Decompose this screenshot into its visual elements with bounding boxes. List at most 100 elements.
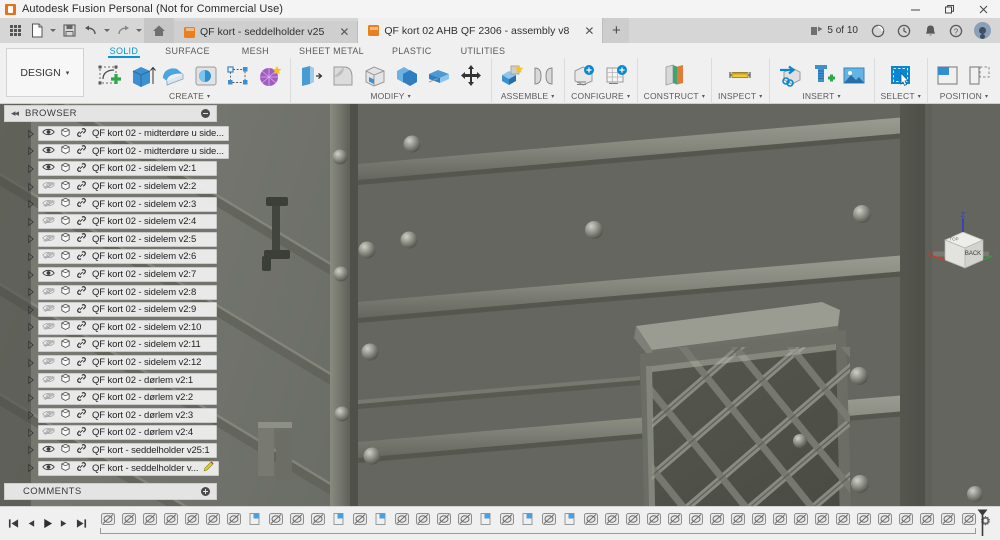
document-count[interactable]: 5 of 10 — [804, 25, 864, 37]
timeline-feature[interactable] — [139, 510, 160, 528]
visibility-toggle-icon[interactable] — [42, 444, 55, 457]
browser-options-icon[interactable] — [201, 109, 210, 118]
visibility-toggle-icon[interactable] — [42, 215, 55, 228]
expand-arrow-icon[interactable] — [26, 462, 35, 474]
visibility-toggle-icon[interactable] — [42, 198, 55, 211]
insert-canvas-icon[interactable] — [840, 62, 868, 90]
timeline-marker-icon[interactable] — [977, 509, 988, 540]
extrude-icon[interactable] — [128, 62, 156, 90]
expand-arrow-icon[interactable] — [26, 374, 35, 386]
step-back-icon[interactable] — [25, 518, 36, 529]
timeline-feature[interactable] — [832, 510, 853, 528]
document-tab-1[interactable]: QF kort 02 AHB QF 2306 - assembly v8 ✕ — [358, 18, 604, 43]
expand-arrow-icon[interactable] — [26, 409, 35, 421]
tab-mesh[interactable]: MESH — [240, 44, 271, 57]
timeline-feature[interactable] — [580, 510, 601, 528]
browser-row[interactable]: QF kort - seddelholder v25:1 — [4, 442, 217, 460]
browser-row[interactable]: QF kort 02 - sidelem v2:8 — [4, 283, 217, 301]
visibility-toggle-icon[interactable] — [42, 145, 55, 158]
window-selection-icon[interactable] — [887, 62, 915, 90]
assemble-panel-title[interactable]: ASSEMBLE ▾ — [501, 91, 555, 101]
browser-row[interactable]: QF kort 02 - sidelem v2:3 — [4, 195, 217, 213]
new-file-dropdown-icon[interactable] — [48, 18, 58, 43]
expand-arrow-icon[interactable] — [26, 304, 35, 316]
timeline-feature[interactable] — [748, 510, 769, 528]
timeline-feature[interactable] — [496, 510, 517, 528]
timeline-feature[interactable] — [202, 510, 223, 528]
tab-plastic[interactable]: PLASTIC — [390, 44, 434, 57]
fillet-icon[interactable] — [329, 62, 357, 90]
expand-arrow-icon[interactable] — [26, 339, 35, 351]
form-icon[interactable] — [256, 62, 284, 90]
timeline-feature[interactable] — [286, 510, 307, 528]
measure-icon[interactable] — [726, 62, 754, 90]
select-panel-title[interactable]: SELECT ▾ — [881, 91, 922, 101]
app-grid-icon[interactable] — [4, 18, 26, 43]
close-tab-icon[interactable]: ✕ — [339, 26, 349, 38]
timeline-feature[interactable] — [265, 510, 286, 528]
modify-panel-title[interactable]: MODIFY ▾ — [370, 91, 410, 101]
revolve-icon[interactable] — [160, 62, 188, 90]
create-sketch-icon[interactable] — [96, 62, 124, 90]
new-component-icon[interactable] — [498, 62, 526, 90]
construct-panel-title[interactable]: CONSTRUCT ▾ — [644, 91, 705, 101]
timeline-feature[interactable] — [895, 510, 916, 528]
expand-arrow-icon[interactable] — [26, 286, 35, 298]
browser-row[interactable]: QF kort 02 - sidelem v2:1 — [4, 160, 217, 178]
timeline-feature[interactable] — [559, 510, 580, 528]
browser-row[interactable]: QF kort 02 - sidelem v2:5 — [4, 231, 217, 249]
sweep-icon[interactable] — [192, 62, 220, 90]
timeline-feature[interactable] — [307, 510, 328, 528]
account-avatar[interactable] — [970, 18, 994, 43]
expand-arrow-icon[interactable] — [26, 163, 35, 175]
close-tab-icon[interactable]: ✕ — [584, 25, 594, 37]
visibility-toggle-icon[interactable] — [42, 391, 55, 404]
document-tab-0[interactable]: QF kort - seddelholder v25 ✕ — [174, 21, 359, 43]
help-icon[interactable]: ? — [944, 18, 968, 43]
timeline-feature[interactable] — [349, 510, 370, 528]
revert-icon[interactable] — [966, 62, 994, 90]
minimize-button[interactable] — [898, 0, 932, 18]
tab-sheet-metal[interactable]: SHEET METAL — [297, 44, 366, 57]
redo-icon[interactable] — [112, 18, 134, 43]
browser-row[interactable]: QF kort 02 - sidelem v2:6 — [4, 248, 217, 266]
timeline-feature[interactable] — [937, 510, 958, 528]
timeline-feature[interactable] — [475, 510, 496, 528]
timeline-feature[interactable] — [370, 510, 391, 528]
visibility-toggle-icon[interactable] — [42, 162, 55, 175]
save-icon[interactable] — [58, 18, 80, 43]
edit-in-place-icon[interactable] — [203, 461, 214, 475]
offset-plane-icon[interactable] — [660, 62, 688, 90]
timeline-feature[interactable] — [244, 510, 265, 528]
collapse-left-icon[interactable]: ◂◂ — [11, 108, 19, 119]
pattern-icon[interactable] — [224, 62, 252, 90]
maximize-button[interactable] — [932, 0, 966, 18]
timeline-feature[interactable] — [874, 510, 895, 528]
press-pull-icon[interactable] — [297, 62, 325, 90]
expand-arrow-icon[interactable] — [26, 233, 35, 245]
go-to-end-icon[interactable] — [76, 518, 87, 529]
configure-panel-title[interactable]: CONFIGURE ▾ — [571, 91, 630, 101]
expand-arrow-icon[interactable] — [26, 145, 35, 157]
derive-icon[interactable] — [776, 62, 804, 90]
snapshot-icon[interactable] — [934, 62, 962, 90]
timeline-feature[interactable] — [97, 510, 118, 528]
create-panel-title[interactable]: CREATE ▾ — [169, 91, 210, 101]
browser-row[interactable]: QF kort 02 - dørlem v2:2 — [4, 389, 217, 407]
visibility-toggle-icon[interactable] — [42, 426, 55, 439]
workspace-selector[interactable]: DESIGN ▾ — [6, 48, 84, 97]
timeline-feature[interactable] — [454, 510, 475, 528]
visibility-toggle-icon[interactable] — [42, 338, 55, 351]
browser-row[interactable]: QF kort 02 - dørlem v2:1 — [4, 371, 217, 389]
timeline-feature[interactable] — [118, 510, 139, 528]
visibility-toggle-icon[interactable] — [42, 321, 55, 334]
timeline-feature[interactable] — [706, 510, 727, 528]
recent-activity-icon[interactable] — [892, 18, 916, 43]
expand-arrow-icon[interactable] — [26, 357, 35, 369]
browser-row[interactable]: QF kort 02 - sidelem v2:10 — [4, 319, 217, 337]
timeline-feature[interactable] — [664, 510, 685, 528]
browser-row[interactable]: QF kort 02 - sidelem v2:4 — [4, 213, 217, 231]
step-forward-icon[interactable] — [59, 518, 70, 529]
timeline-feature[interactable] — [769, 510, 790, 528]
go-to-beginning-icon[interactable] — [8, 518, 19, 529]
